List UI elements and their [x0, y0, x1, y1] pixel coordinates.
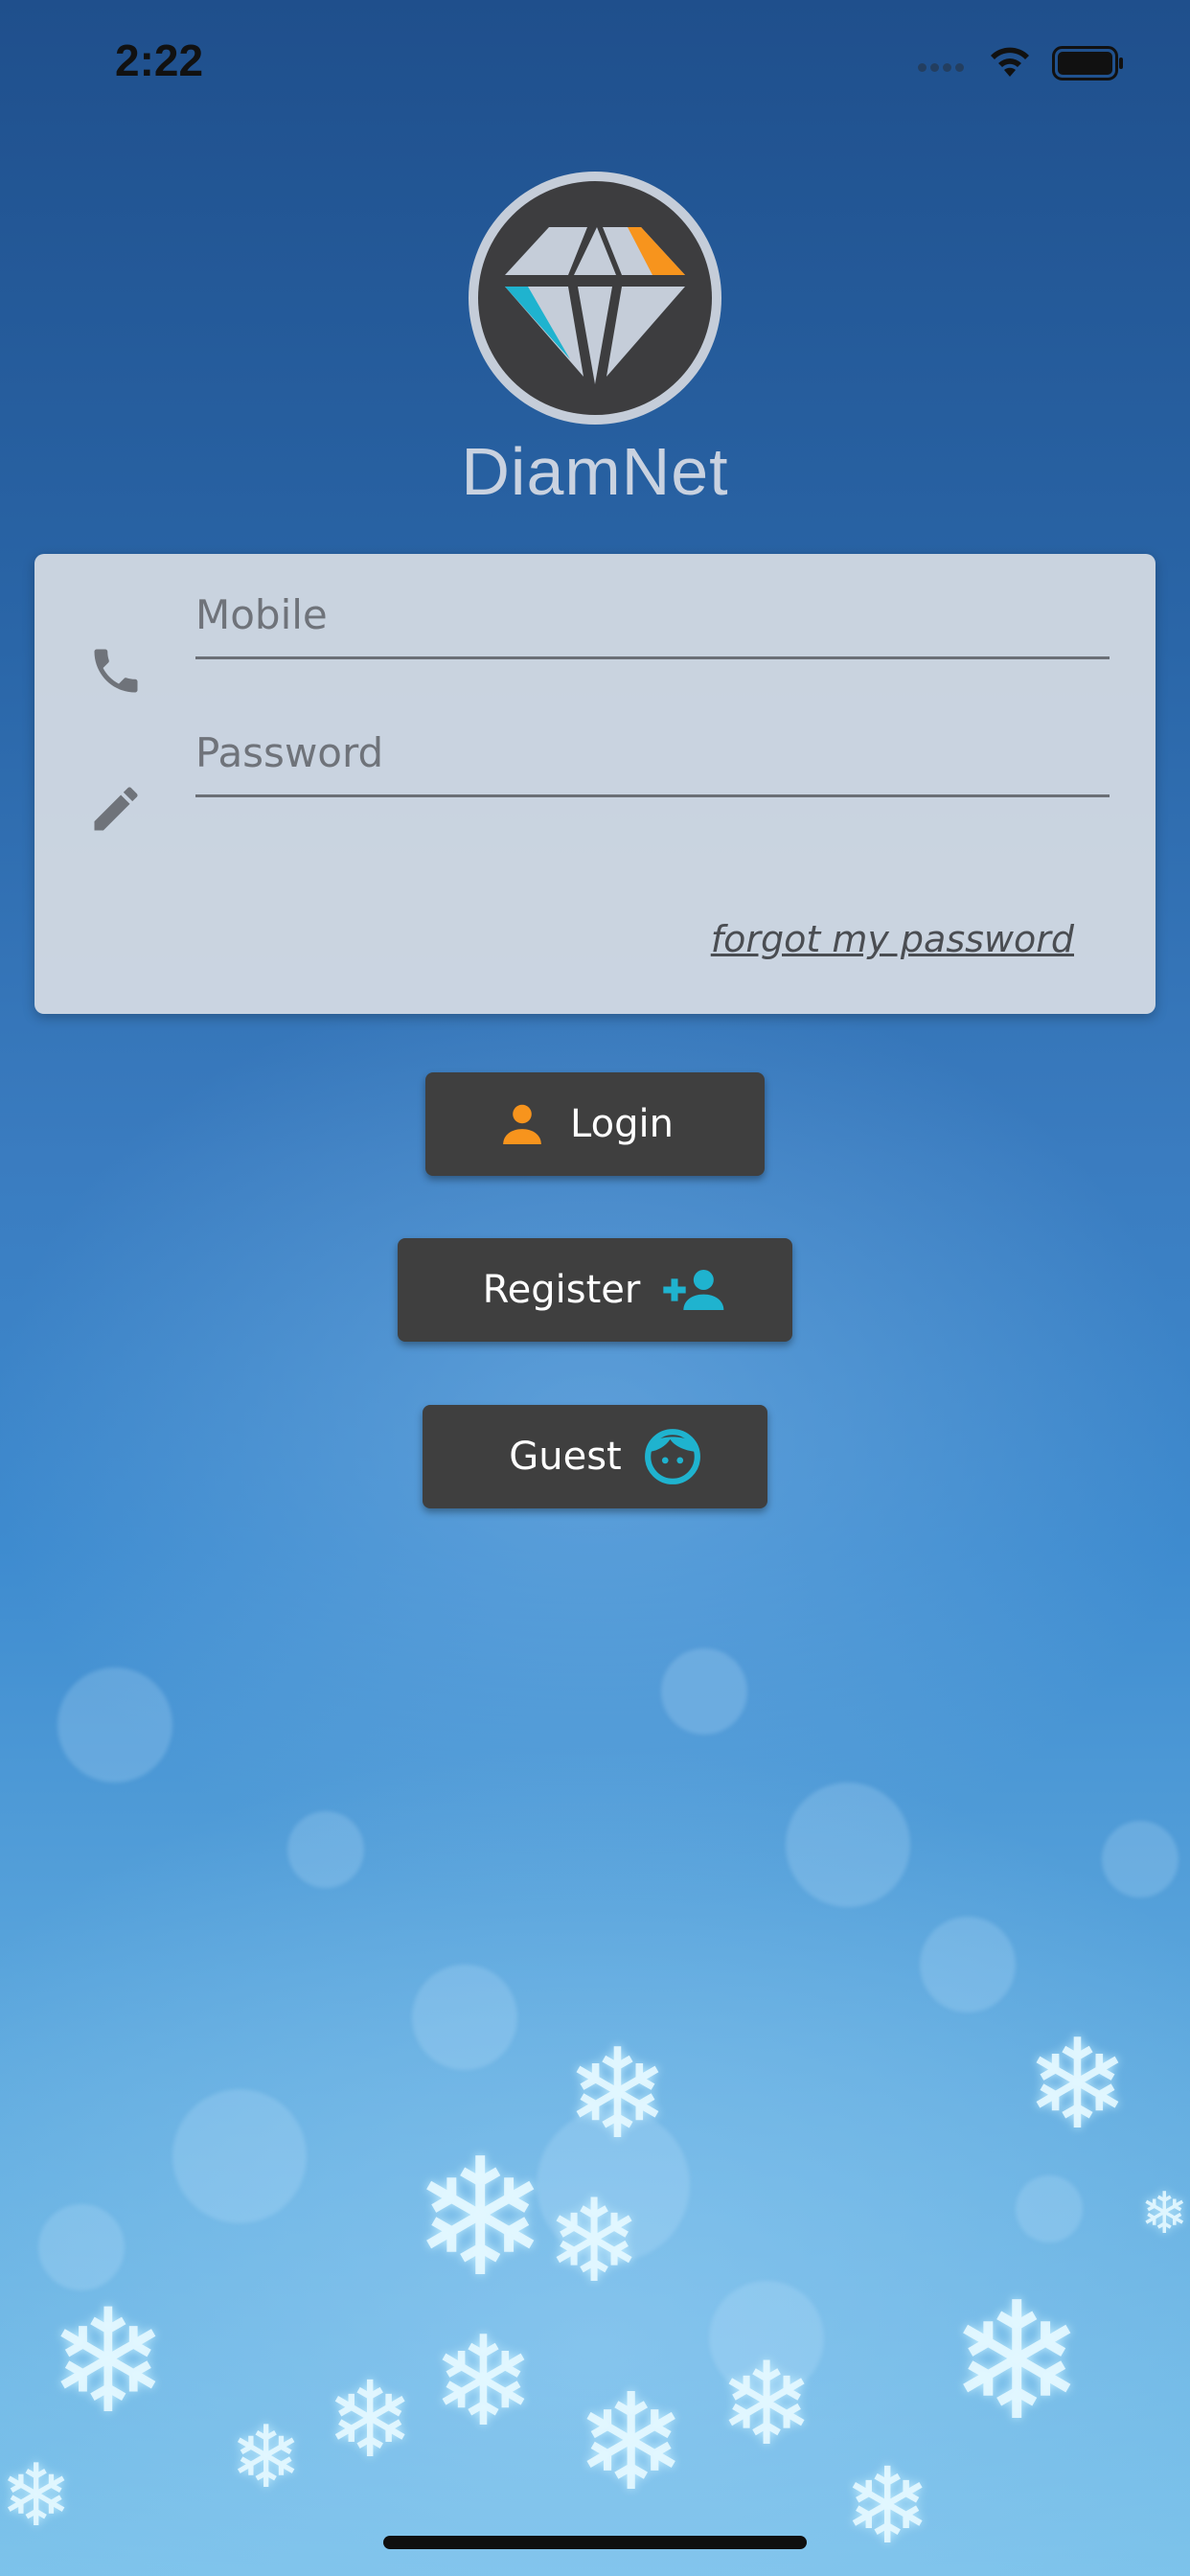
- status-time: 2:22: [115, 35, 204, 85]
- register-button[interactable]: Register: [398, 1238, 792, 1342]
- wifi-icon: [991, 47, 1029, 77]
- diamond-logo-icon: [469, 172, 721, 425]
- guest-button[interactable]: Guest: [423, 1405, 767, 1508]
- app-name: DiamNet: [461, 434, 729, 509]
- login-form-card: forgot my password: [34, 554, 1156, 1014]
- pencil-icon: [94, 787, 138, 831]
- forgot-password-link[interactable]: forgot my password: [652, 918, 1074, 960]
- mobile-input[interactable]: [195, 573, 1110, 659]
- status-bar: 2:22: [0, 0, 1190, 126]
- home-indicator[interactable]: [383, 2536, 807, 2549]
- login-button-label: Login: [570, 1102, 674, 1146]
- person-icon: [503, 1104, 541, 1144]
- face-icon: [644, 1429, 700, 1484]
- login-button[interactable]: Login: [425, 1072, 765, 1176]
- login-screen: ❄ ❄ ❄ ❄ ❄ ❄ ❄ ❄ ❄ ❄ ❄ ❄ ❄ ❄ 2:22 DiamNet…: [0, 0, 1190, 2576]
- phone-icon: [94, 649, 138, 693]
- password-input[interactable]: [195, 711, 1110, 797]
- register-button-label: Register: [482, 1268, 641, 1312]
- guest-button-label: Guest: [509, 1435, 622, 1479]
- battery-icon: [1052, 46, 1123, 80]
- add-person-icon: [663, 1270, 724, 1310]
- cellular-dots-icon: [918, 59, 968, 77]
